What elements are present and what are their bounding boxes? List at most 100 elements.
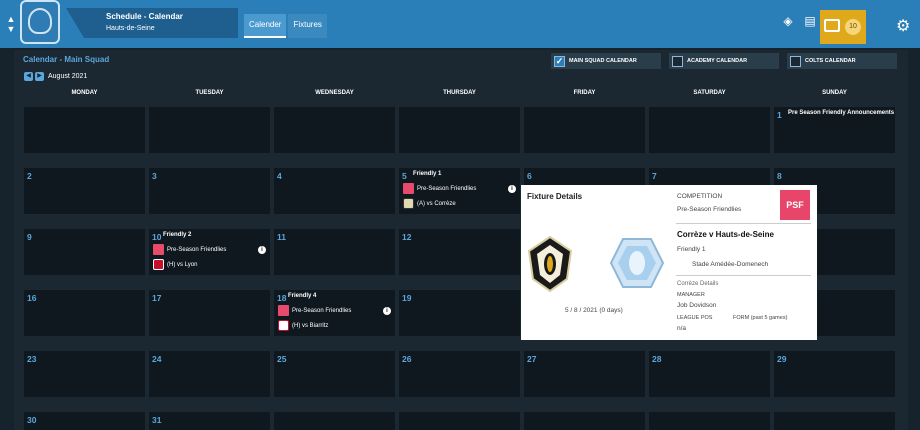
- calendar-cell[interactable]: 2: [24, 168, 145, 214]
- calendar-cell[interactable]: 17: [149, 290, 270, 336]
- gear-icon[interactable]: ⚙: [896, 16, 910, 36]
- fixture-date: 5 / 8 / 2021 (0 days): [565, 307, 623, 314]
- weekday-header: SUNDAY: [822, 90, 847, 96]
- day-number: 26: [402, 354, 412, 364]
- toggle-academy[interactable]: ACADEMY CALENDAR: [669, 53, 779, 69]
- fixture-match-row[interactable]: (H) vs Biarritz: [278, 320, 328, 331]
- month-nav: ◀ ▶: [24, 72, 44, 81]
- day-number: 25: [277, 354, 287, 364]
- fixture-competition-row[interactable]: Pre-Season Friendlies: [153, 244, 226, 255]
- day-number: 18: [277, 293, 287, 303]
- days-until: (0 days): [599, 307, 623, 314]
- fixture-competition: Pre-Season Friendlies: [292, 307, 352, 314]
- calendar-cell-empty: [274, 412, 395, 430]
- calendar-cell-empty: [399, 412, 520, 430]
- fixture-match-row[interactable]: (A) vs Corrèze: [403, 198, 456, 209]
- day-number: 7: [652, 171, 657, 181]
- breadcrumb: Schedule - Calendar Hauts-de-Seine: [66, 8, 238, 38]
- toggle-main-squad[interactable]: ✓ MAIN SQUAD CALENDAR: [551, 53, 661, 69]
- checkbox-icon[interactable]: [672, 55, 683, 67]
- psf-competition-icon: [153, 244, 164, 255]
- checkbox-icon[interactable]: [790, 55, 801, 67]
- tab-bar: Calender Fixtures: [244, 14, 327, 38]
- day-number: 12: [402, 232, 412, 242]
- psf-competition-icon: [403, 183, 414, 194]
- toggle-colts[interactable]: COLTS CALENDAR: [787, 53, 897, 69]
- calendar-cell[interactable]: 23: [24, 351, 145, 397]
- day-number: 29: [777, 354, 787, 364]
- day-number: 8: [777, 171, 782, 181]
- calendar-cell[interactable]: 19: [399, 290, 520, 336]
- calendar-cell[interactable]: 29: [774, 351, 895, 397]
- correze-crest-icon: [527, 235, 573, 293]
- prev-month-button[interactable]: ◀: [24, 72, 33, 81]
- calendar-cell[interactable]: 12: [399, 229, 520, 275]
- calendar-cell[interactable]: 1 Pre Season Friendly Announcements: [774, 107, 895, 153]
- fixture-match: (A) vs Corrèze: [417, 200, 456, 207]
- calendar-cell[interactable]: 30: [24, 412, 145, 430]
- tab-fixtures[interactable]: Fixtures: [288, 14, 327, 38]
- club-crest-icon: [28, 8, 52, 34]
- fixture-match: (H) vs Lyon: [167, 261, 198, 268]
- correze-crest-icon: [403, 198, 414, 209]
- fixture-competition: Pre-Season Friendlies: [167, 246, 227, 253]
- competition-name: Pre-Season Friendlies: [677, 206, 742, 213]
- manager-label: MANAGER: [677, 292, 705, 298]
- tab-calender[interactable]: Calender: [244, 14, 287, 38]
- calendar-cell[interactable]: 27: [524, 351, 645, 397]
- day-number: 5: [402, 171, 407, 181]
- fixture-match-row[interactable]: (H) vs Lyon: [153, 259, 197, 270]
- fixture-date-value: 5 / 8 / 2021: [565, 307, 598, 314]
- day-number: 30: [27, 415, 37, 425]
- weekday-header: SATURDAY: [693, 90, 726, 96]
- day-number: 19: [402, 293, 412, 303]
- inbox-button[interactable]: 10: [820, 10, 866, 44]
- calendar-cell[interactable]: 9: [24, 229, 145, 275]
- day-number: 6: [527, 171, 532, 181]
- calendar-cell-empty: [399, 107, 520, 153]
- checkbox-checked-icon[interactable]: ✓: [554, 55, 565, 67]
- competition-label: COMPETITION: [677, 193, 723, 200]
- day-number: 4: [277, 171, 282, 181]
- calendar-cell[interactable]: 16: [24, 290, 145, 336]
- calendar-cell[interactable]: 28: [649, 351, 770, 397]
- toggle-label: ACADEMY CALENDAR: [687, 58, 748, 64]
- fixture-competition: Pre-Season Friendlies: [417, 185, 477, 192]
- calendar-cell[interactable]: 3: [149, 168, 270, 214]
- day-number: 16: [27, 293, 37, 303]
- club-logo[interactable]: [20, 0, 60, 44]
- divider: [676, 223, 811, 224]
- calendar-cell[interactable]: 4: [274, 168, 395, 214]
- manager-name: Job Dovidson: [677, 302, 717, 309]
- info-icon[interactable]: i: [383, 307, 391, 315]
- calendar-cell[interactable]: 25: [274, 351, 395, 397]
- weekday-header: MONDAY: [71, 90, 98, 96]
- calendar-cell[interactable]: 11: [274, 229, 395, 275]
- calendar-cell-fixture[interactable]: 5 Friendly 1 Pre-Season Friendlies i (A)…: [399, 168, 520, 214]
- globe-icon[interactable]: ◈: [780, 14, 796, 28]
- toggle-label: COLTS CALENDAR: [805, 58, 856, 64]
- day-number: 27: [527, 354, 537, 364]
- fixture-competition-row[interactable]: Pre-Season Friendlies: [403, 183, 476, 194]
- nav-arrows-icon[interactable]: ▲ ▼: [4, 14, 18, 36]
- calendar-cell[interactable]: 26: [399, 351, 520, 397]
- fixture-competition-row[interactable]: Pre-Season Friendlies: [278, 305, 351, 316]
- calendar-cell[interactable]: 31: [149, 412, 270, 430]
- fixture-name: Friendly 1: [677, 246, 706, 253]
- calendar-cell-empty: [24, 107, 145, 153]
- calendar-cell[interactable]: 24: [149, 351, 270, 397]
- event-title[interactable]: Pre Season Friendly Announcements: [788, 110, 894, 116]
- calendar-cell-empty: [274, 107, 395, 153]
- calendar-cell-fixture[interactable]: 10 Friendly 2 Pre-Season Friendlies i (H…: [149, 229, 270, 275]
- info-icon[interactable]: i: [258, 246, 266, 254]
- day-number: 3: [152, 171, 157, 181]
- clipboard-icon[interactable]: ▤: [802, 14, 818, 28]
- calendar-cell-empty: [649, 412, 770, 430]
- next-month-button[interactable]: ▶: [35, 72, 44, 81]
- calendar-cell-empty: [524, 107, 645, 153]
- fixture-matchup: Corrèze v Hauts-de-Seine: [677, 230, 774, 239]
- calendar-cell-fixture[interactable]: 18 Friendly 4 Pre-Season Friendlies i (H…: [274, 290, 395, 336]
- day-number: 23: [27, 354, 37, 364]
- weekday-header: TUESDAY: [195, 90, 224, 96]
- info-icon[interactable]: i: [508, 185, 516, 193]
